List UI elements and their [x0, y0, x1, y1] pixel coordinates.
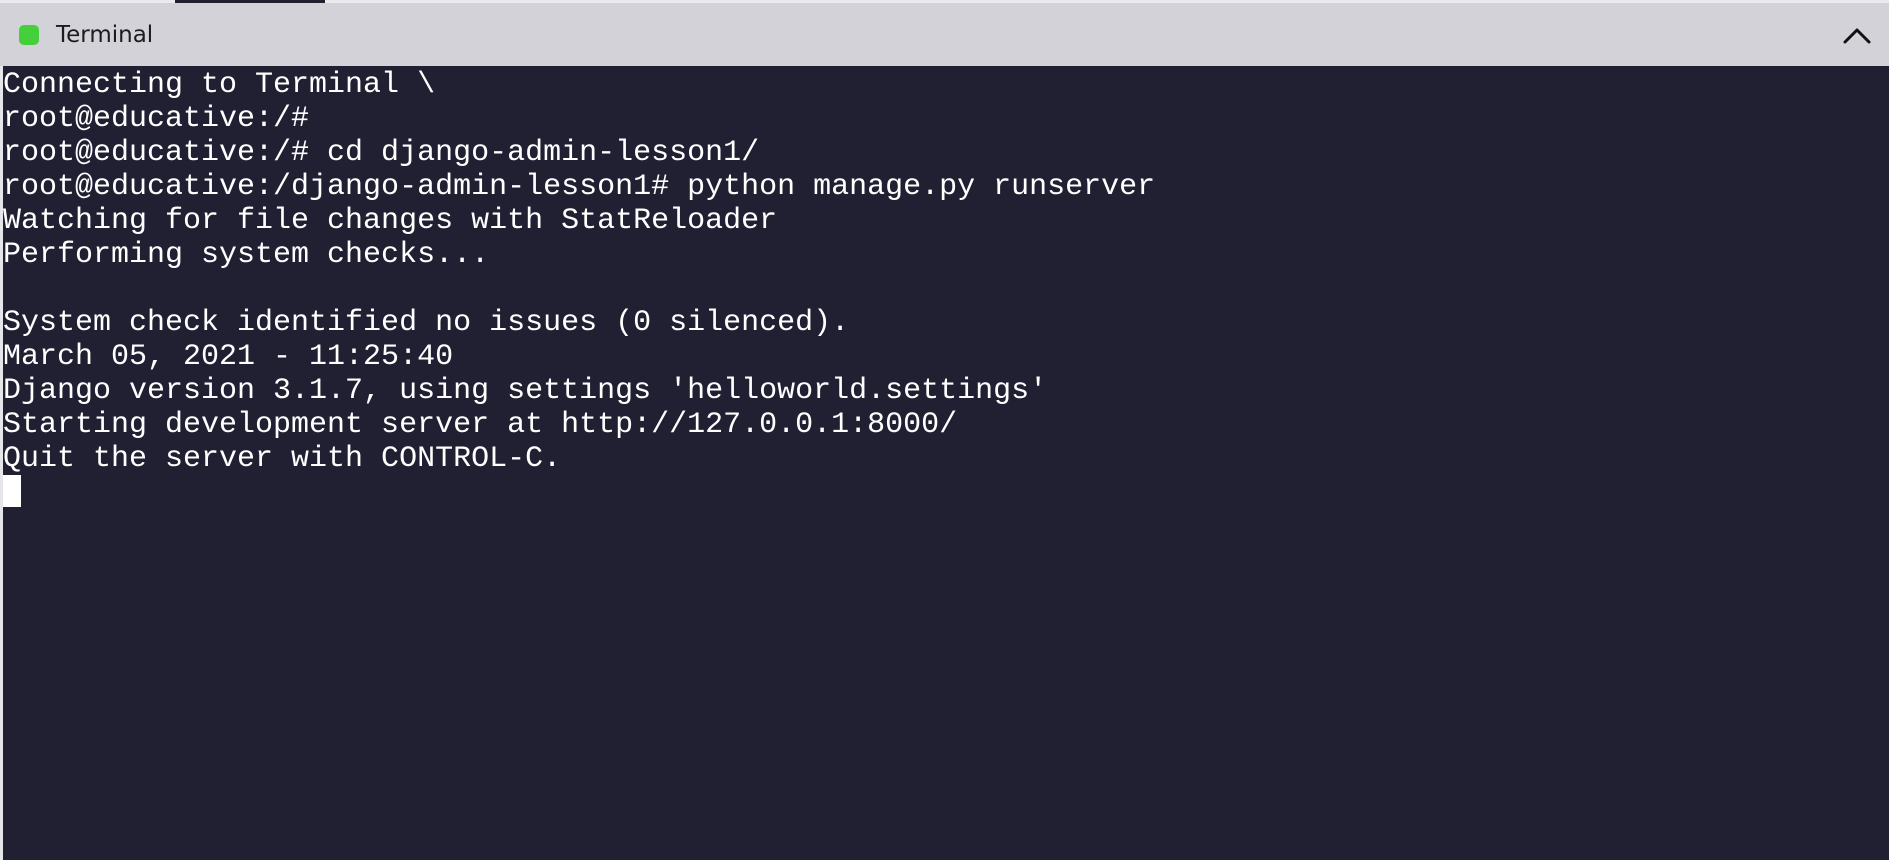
window-title: Terminal: [56, 21, 154, 48]
terminal-line: System check identified no issues (0 sil…: [3, 306, 850, 340]
status-indicator-icon: [19, 24, 39, 45]
terminal-titlebar: Terminal: [0, 3, 1889, 66]
terminal-line: Watching for file changes with StatReloa…: [3, 204, 778, 238]
terminal-output[interactable]: Connecting to Terminal \ root@educative:…: [0, 66, 1889, 860]
terminal-lines: Connecting to Terminal \ root@educative:…: [3, 68, 1155, 476]
terminal-cursor: [3, 475, 21, 507]
terminal-line: root@educative:/#: [3, 102, 310, 136]
terminal-line: Starting development server at http://12…: [3, 408, 958, 442]
terminal-line: Django version 3.1.7, using settings 'he…: [3, 374, 1048, 408]
terminal-line: March 05, 2021 - 11:25:40: [3, 340, 454, 374]
terminal-line: Quit the server with CONTROL-C.: [3, 442, 562, 476]
chevron-up-icon: [1843, 28, 1871, 44]
terminal-line: Connecting to Terminal \: [3, 68, 436, 102]
terminal-line: root@educative:/django-admin-lesson1# py…: [3, 170, 1156, 204]
terminal-line: root@educative:/# cd django-admin-lesson…: [3, 136, 760, 170]
terminal-window: Terminal Connecting to Terminal \ root@e…: [0, 0, 1889, 860]
collapse-button[interactable]: [1839, 17, 1875, 53]
terminal-line: Performing system checks...: [3, 238, 490, 272]
